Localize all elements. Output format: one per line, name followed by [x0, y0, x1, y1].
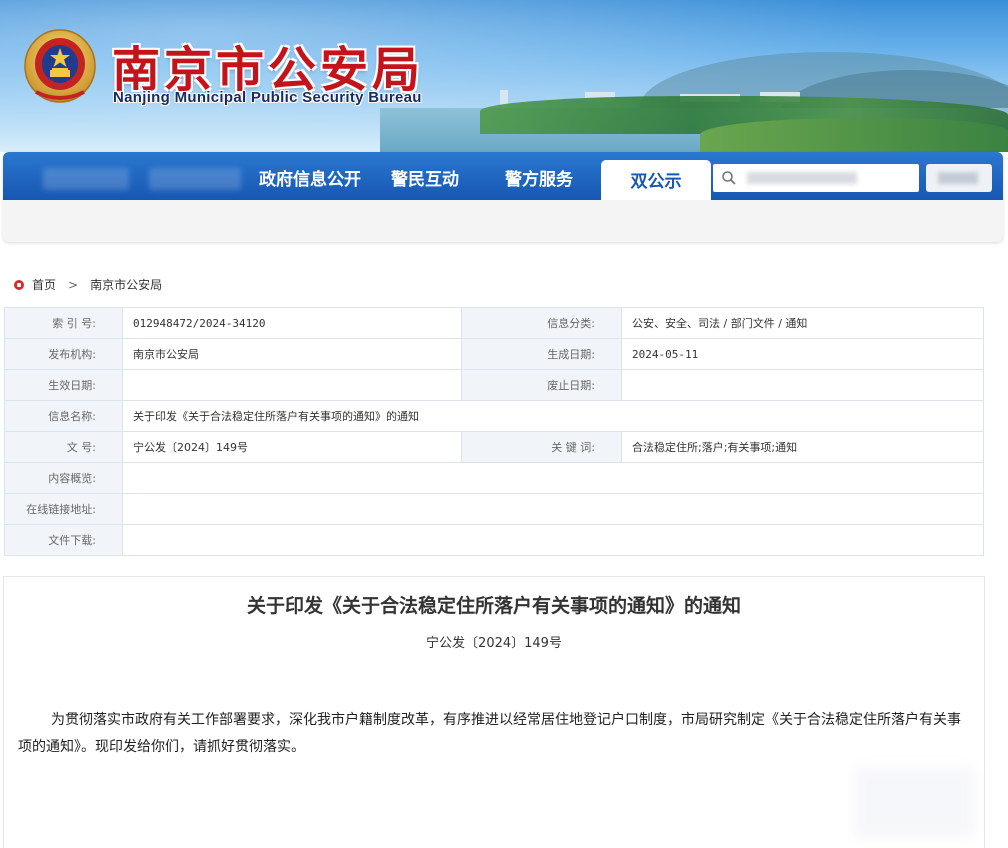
- publisher-label: 发布机构:: [4, 338, 123, 370]
- nav-item-blurred-1[interactable]: [43, 168, 129, 190]
- abolished-date-label: 废止日期:: [461, 369, 622, 401]
- publisher-value: 南京市公安局: [122, 338, 462, 370]
- nav-item-gov-info[interactable]: 政府信息公开: [251, 152, 369, 200]
- table-row: 文件下载:: [4, 524, 984, 556]
- breadcrumb-home-link[interactable]: 首页: [32, 276, 56, 293]
- nav-item-police-service[interactable]: 警方服务: [493, 152, 585, 200]
- index-value: 012948472/2024-34120: [122, 307, 462, 339]
- created-date-value: 2024-05-11: [621, 338, 984, 370]
- search-icon: [722, 171, 736, 185]
- table-row: 在线链接地址:: [4, 493, 984, 525]
- nav-item-double-publicity[interactable]: 双公示: [601, 160, 711, 200]
- article-doc-number: 宁公发〔2024〕149号: [426, 636, 562, 651]
- keywords-value: 合法稳定住所;落户;有关事项;通知: [621, 431, 984, 463]
- info-name-value: 关于印发《关于合法稳定住所落户有关事项的通知》的通知: [122, 400, 984, 432]
- article-panel: 关于印发《关于合法稳定住所落户有关事项的通知》的通知 宁公发〔2024〕149号…: [3, 576, 985, 848]
- summary-label: 内容概览:: [4, 462, 123, 494]
- effective-date-value: [122, 369, 462, 401]
- index-label: 索 引 号:: [4, 307, 123, 339]
- main-nav-bar: 政府信息公开 警民互动 警方服务 双公示: [3, 152, 1003, 200]
- effective-date-label: 生效日期:: [4, 369, 123, 401]
- keywords-label: 关 键 词:: [461, 431, 622, 463]
- site-subtitle-english: Nanjing Municipal Public Security Bureau: [113, 89, 422, 106]
- info-name-label: 信息名称:: [4, 400, 123, 432]
- created-date-label: 生成日期:: [461, 338, 622, 370]
- article-title: 关于印发《关于合法稳定住所落户有关事项的通知》的通知: [246, 595, 741, 617]
- table-row: 生效日期: 废止日期:: [4, 369, 984, 401]
- nav-item-police-interaction[interactable]: 警民互动: [379, 152, 471, 200]
- category-value: 公安、安全、司法 / 部门文件 / 通知: [621, 307, 984, 339]
- home-icon: [14, 279, 24, 290]
- table-row: 信息名称: 关于印发《关于合法稳定住所落户有关事项的通知》的通知: [4, 400, 984, 432]
- doc-number-label: 文 号:: [4, 431, 123, 463]
- file-download-label: 文件下载:: [4, 524, 123, 556]
- category-label: 信息分类:: [461, 307, 622, 339]
- navigation-panel: 政府信息公开 警民互动 警方服务 双公示: [3, 152, 1003, 242]
- document-info-table: 索 引 号: 012948472/2024-34120 信息分类: 公安、安全、…: [4, 307, 984, 556]
- abolished-date-value: [621, 369, 984, 401]
- table-row: 发布机构: 南京市公安局 生成日期: 2024-05-11: [4, 338, 984, 370]
- header-banner: 南京市公安局 Nanjing Municipal Public Security…: [0, 0, 1008, 152]
- online-link-label: 在线链接地址:: [4, 493, 123, 525]
- summary-value: [122, 462, 984, 494]
- file-download-value[interactable]: [122, 524, 984, 556]
- table-row: 内容概览:: [4, 462, 984, 494]
- online-link-value[interactable]: [122, 493, 984, 525]
- article-body: 为贯彻落实市政府有关工作部署要求，深化我市户籍制度改革，有序推进以经常居住地登记…: [18, 712, 961, 755]
- doc-number-value: 宁公发〔2024〕149号: [122, 431, 462, 463]
- search-box: [713, 164, 919, 192]
- breadcrumb-current-link[interactable]: 南京市公安局: [90, 276, 162, 293]
- table-row: 索 引 号: 012948472/2024-34120 信息分类: 公安、安全、…: [4, 307, 984, 339]
- nav-item-blurred-2[interactable]: [149, 168, 241, 190]
- table-row: 文 号: 宁公发〔2024〕149号 关 键 词: 合法稳定住所;落户;有关事项…: [4, 431, 984, 463]
- search-button[interactable]: [926, 164, 992, 192]
- chevron-right-icon: >: [68, 277, 79, 292]
- police-emblem-logo: [24, 29, 96, 103]
- breadcrumb: 首页 > 南京市公安局: [14, 276, 162, 293]
